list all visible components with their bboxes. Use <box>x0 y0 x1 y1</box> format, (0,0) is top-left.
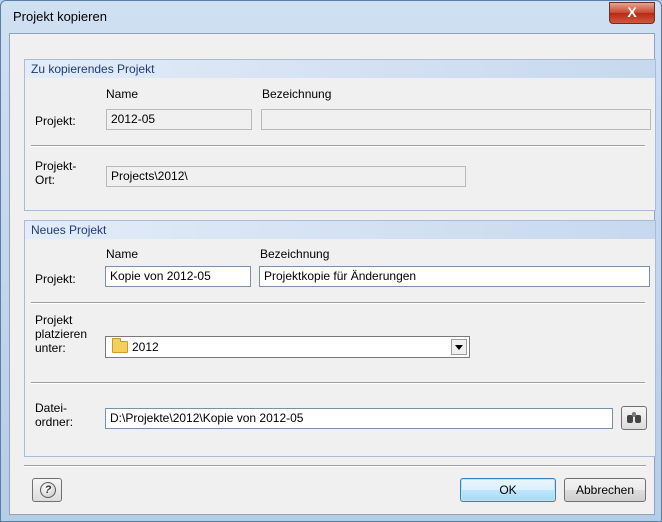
close-button[interactable]: X <box>609 2 655 24</box>
source-project-label: Projekt: <box>35 114 76 128</box>
dialog-window: Projekt kopieren X Zu kopierendes Projek… <box>0 0 662 522</box>
folder-icon <box>112 338 128 353</box>
source-group-header: Zu kopierendes Projekt <box>25 60 655 78</box>
chevron-down-icon[interactable] <box>451 339 467 355</box>
source-project-name-field: 2012-05 <box>106 109 252 130</box>
new-group-separator-1 <box>31 302 645 304</box>
source-location-label-line1: Projekt- <box>35 159 77 173</box>
dialog-client-area: Zu kopierendes Projekt Name Bezeichnung … <box>9 33 656 515</box>
new-group-header: Neues Projekt <box>25 221 655 239</box>
new-group-separator-2 <box>31 382 645 384</box>
help-button[interactable]: ? <box>32 478 62 502</box>
place-under-label-line2: platzieren <box>35 327 88 341</box>
new-description-column-label: Bezeichnung <box>260 247 330 261</box>
source-location-field: Projects\2012\ <box>106 166 466 187</box>
file-folder-label-line2: ordner: <box>35 415 74 429</box>
new-name-column-label: Name <box>106 247 139 261</box>
browse-folder-button[interactable] <box>621 406 647 430</box>
title-bar[interactable]: Projekt kopieren X <box>1 1 661 33</box>
source-group-separator <box>31 145 645 147</box>
place-under-dropdown[interactable]: 2012 <box>105 336 470 358</box>
source-location-label-line2: Ort: <box>35 173 55 187</box>
file-folder-input[interactable]: D:\Projekte\2012\Kopie von 2012-05 <box>105 408 613 429</box>
new-project-group: Neues Projekt Name Bezeichnung Projekt: … <box>24 220 656 457</box>
file-folder-label-line1: Datei- <box>35 401 68 415</box>
cancel-button[interactable]: Abbrechen <box>564 478 646 502</box>
footer-separator <box>24 465 646 467</box>
dialog-title: Projekt kopieren <box>13 9 107 24</box>
source-project-description-field <box>261 109 651 130</box>
new-project-label: Projekt: <box>35 272 76 286</box>
close-icon: X <box>627 4 637 20</box>
ok-button[interactable]: OK <box>460 478 556 502</box>
new-project-description-input[interactable]: Projektkopie für Änderungen <box>259 266 650 287</box>
place-under-label-line1: Projekt <box>35 313 73 327</box>
binoculars-icon <box>627 412 641 424</box>
source-name-column-label: Name <box>106 87 139 101</box>
help-icon: ? <box>40 482 56 498</box>
new-project-name-input[interactable]: Kopie von 2012-05 <box>105 266 251 287</box>
source-description-column-label: Bezeichnung <box>262 87 332 101</box>
place-under-selected-value: 2012 <box>132 340 159 354</box>
source-project-group: Zu kopierendes Projekt Name Bezeichnung … <box>24 59 656 211</box>
place-under-label-line3: unter: <box>35 341 66 355</box>
